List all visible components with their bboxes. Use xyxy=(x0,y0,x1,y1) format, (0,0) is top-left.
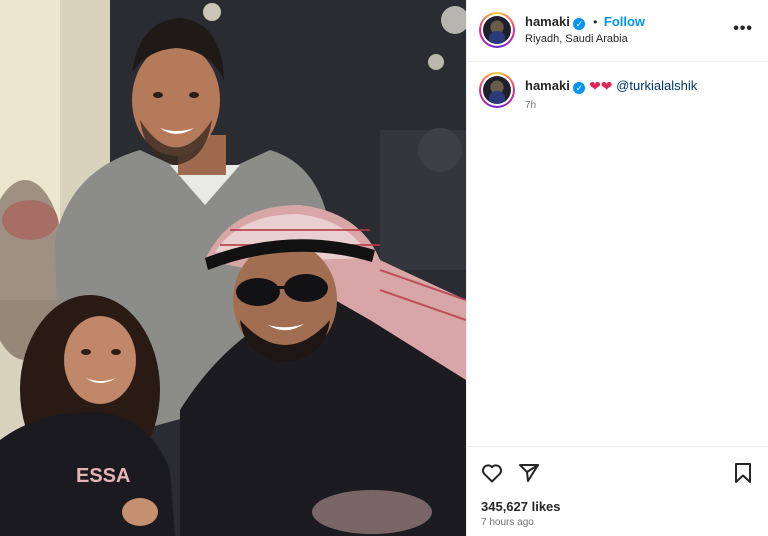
share-icon[interactable] xyxy=(517,461,541,485)
header-user: hamaki ✓ • Follow xyxy=(525,14,645,30)
caption-avatar[interactable] xyxy=(479,72,515,108)
verified-icon: ✓ xyxy=(573,18,586,30)
heart-emojis: ❤❤ xyxy=(589,78,613,94)
likes-count[interactable]: 345,627 likes xyxy=(481,499,561,514)
action-bar: 345,627 likes 7 hours ago xyxy=(467,446,768,536)
post-photo[interactable]: ESSA xyxy=(0,0,466,536)
avatar[interactable] xyxy=(479,12,515,48)
caption-username[interactable]: hamaki xyxy=(525,78,570,93)
follow-button[interactable]: Follow xyxy=(604,14,645,29)
shirt-text: ESSA xyxy=(76,465,130,487)
verified-icon: ✓ xyxy=(573,82,586,94)
heart-icon[interactable] xyxy=(480,461,504,485)
more-options-icon[interactable]: ••• xyxy=(733,20,753,38)
post-sidebar: hamaki ✓ • Follow Riyadh, Saudi Arabia •… xyxy=(466,0,768,536)
username-link[interactable]: hamaki xyxy=(525,14,570,29)
post-timestamp: 7 hours ago xyxy=(481,517,534,528)
bookmark-icon[interactable] xyxy=(731,461,755,485)
caption-timestamp: 7h xyxy=(525,100,537,111)
post-header: hamaki ✓ • Follow Riyadh, Saudi Arabia •… xyxy=(467,0,768,62)
photo-illustration: ESSA xyxy=(0,0,466,536)
mention-link[interactable]: @turkialalshik xyxy=(616,78,697,93)
caption: hamaki ✓ ❤❤ @turkialalshik xyxy=(525,78,697,95)
location-link[interactable]: Riyadh, Saudi Arabia xyxy=(525,33,628,45)
separator-dot: • xyxy=(593,15,598,29)
